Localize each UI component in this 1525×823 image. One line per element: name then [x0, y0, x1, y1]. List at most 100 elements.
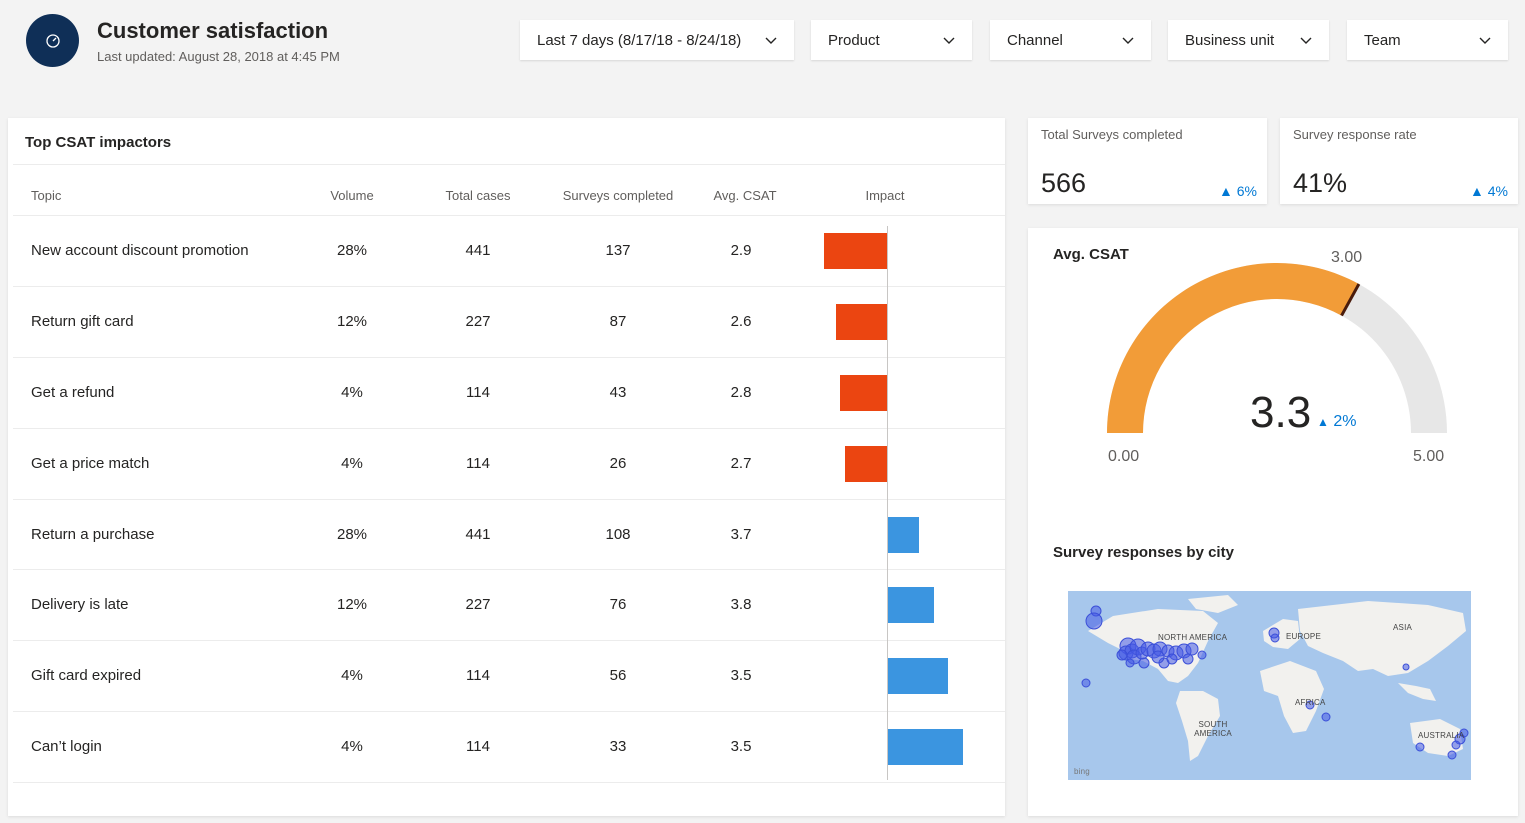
avg-csat-cell: 2.8	[730, 384, 752, 401]
col-header-topic[interactable]: Topic	[31, 188, 61, 203]
city-marker[interactable]	[1270, 633, 1280, 643]
table-row[interactable]: Return gift card 12% 227 87 2.6	[13, 287, 1005, 358]
city-marker[interactable]	[1166, 653, 1178, 665]
city-marker[interactable]	[1081, 678, 1091, 688]
city-marker[interactable]	[1151, 650, 1165, 664]
channel-filter[interactable]: Channel	[990, 20, 1151, 60]
city-marker[interactable]	[1125, 658, 1135, 668]
map-title: Survey responses by city	[1053, 544, 1234, 561]
surveys-cell: 33	[609, 738, 627, 755]
impact-bar[interactable]	[888, 517, 919, 553]
city-marker[interactable]	[1185, 642, 1199, 656]
survey-map[interactable]: NORTH AMERICA EUROPE ASIA AFRICA SOUTH A…	[1068, 591, 1471, 780]
table-row[interactable]: Get a price match 4% 114 26 2.7	[13, 429, 1005, 500]
chevron-down-icon	[765, 37, 777, 44]
impact-bar[interactable]	[824, 233, 887, 269]
impact-bar[interactable]	[888, 587, 934, 623]
impact-axis	[887, 226, 888, 780]
up-arrow-icon: ▲	[1470, 183, 1484, 199]
city-marker[interactable]	[1116, 649, 1128, 661]
col-header-volume[interactable]: Volume	[330, 188, 373, 203]
surveys-cell: 56	[609, 667, 627, 684]
city-marker[interactable]	[1085, 612, 1103, 630]
total-cases-cell: 227	[465, 596, 491, 613]
channel-label: Channel	[1007, 31, 1063, 49]
product-filter[interactable]: Product	[811, 20, 972, 60]
avg-csat-cell: 2.7	[730, 455, 752, 472]
kpi-value: 41%	[1293, 168, 1348, 198]
kpi-total-surveys: Total Surveys completed 566 ▲ 6%	[1028, 118, 1267, 204]
topic-cell: Return a purchase	[31, 526, 155, 543]
city-marker[interactable]	[1138, 657, 1150, 669]
surveys-cell: 108	[605, 526, 631, 543]
topic-cell: Get a refund	[31, 384, 115, 401]
up-arrow-icon: ▲	[1317, 415, 1329, 429]
table-row[interactable]: Get a refund 4% 114 43 2.8	[13, 358, 1005, 429]
product-label: Product	[828, 31, 880, 49]
impact-bar[interactable]	[844, 446, 887, 482]
total-cases-cell: 227	[465, 313, 491, 330]
impact-bar[interactable]	[888, 658, 948, 694]
city-marker[interactable]	[1182, 653, 1194, 665]
gauge-value: 3.3	[1250, 388, 1312, 437]
map-label: AUSTRALIA	[1418, 731, 1465, 740]
map-label: EUROPE	[1286, 632, 1321, 641]
gauge-fill	[1107, 263, 1359, 433]
volume-cell: 12%	[336, 313, 368, 330]
bing-logo: bing	[1074, 767, 1090, 776]
city-marker[interactable]	[1402, 663, 1410, 671]
map-label: AFRICA	[1295, 698, 1326, 707]
table-row[interactable]: New account discount promotion 28% 441 137 2…	[13, 216, 1005, 287]
gauge-max-label: 5.00	[1413, 448, 1445, 465]
csat-impactors-card: Top CSAT impactors Topic Volume Total ca…	[8, 118, 1005, 816]
dashboard-logo	[26, 14, 79, 67]
topic-cell: New account discount promotion	[31, 242, 249, 259]
table-row[interactable]: Gift card expired 4% 114 56 3.5	[13, 641, 1005, 712]
topic-cell: Gift card expired	[31, 667, 142, 684]
avg-csat-cell: 3.7	[730, 526, 752, 543]
table-row[interactable]: Can’t login 4% 114 33 3.5	[13, 712, 1005, 783]
impact-bar[interactable]	[835, 304, 887, 340]
map-label: NORTH AMERICA	[1158, 633, 1228, 642]
business-unit-filter[interactable]: Business unit	[1168, 20, 1329, 60]
map-label: SOUTH AMERICA	[1194, 720, 1232, 738]
table-row[interactable]: Delivery is late 12% 227 76 3.8	[13, 570, 1005, 641]
chevron-down-icon	[1122, 37, 1134, 44]
city-marker[interactable]	[1321, 712, 1331, 722]
avg-csat-cell: 3.5	[730, 667, 752, 684]
chevron-down-icon	[1479, 37, 1491, 44]
col-header-total-cases[interactable]: Total cases	[445, 188, 510, 203]
map-label: ASIA	[1393, 623, 1413, 632]
gauge-target-label: 3.00	[1331, 249, 1363, 266]
city-marker[interactable]	[1451, 740, 1461, 750]
col-header-avg-csat[interactable]: Avg. CSAT	[713, 188, 776, 203]
total-cases-cell: 114	[466, 384, 490, 401]
last-updated: Last updated: August 28, 2018 at 4:45 PM	[97, 49, 340, 64]
volume-cell: 28%	[336, 526, 368, 543]
page-title: Customer satisfaction	[97, 18, 329, 43]
divider	[13, 164, 1005, 165]
team-label: Team	[1364, 31, 1401, 49]
total-cases-cell: 441	[465, 526, 491, 543]
topic-cell: Get a price match	[31, 455, 150, 472]
city-marker[interactable]	[1197, 650, 1207, 660]
col-header-surveys[interactable]: Surveys completed	[563, 188, 674, 203]
avg-csat-cell: 3.5	[730, 738, 752, 755]
city-marker[interactable]	[1447, 750, 1457, 760]
col-header-impact[interactable]: Impact	[865, 188, 904, 203]
volume-cell: 4%	[341, 667, 363, 684]
topic-cell: Return gift card	[31, 313, 134, 330]
table-row[interactable]: Return a purchase 28% 441 108 3.7	[13, 500, 1005, 570]
kpi-label: Survey response rate	[1293, 127, 1417, 142]
impact-bar[interactable]	[888, 729, 963, 765]
date-range-label: Last 7 days (8/17/18 - 8/24/18)	[537, 31, 742, 49]
impact-bar[interactable]	[840, 375, 887, 411]
surveys-cell: 137	[605, 242, 631, 259]
team-filter[interactable]: Team	[1347, 20, 1508, 60]
volume-cell: 4%	[341, 738, 363, 755]
surveys-cell: 76	[609, 596, 627, 613]
surveys-cell: 87	[609, 313, 627, 330]
date-range-filter[interactable]: Last 7 days (8/17/18 - 8/24/18)	[520, 20, 794, 60]
chevron-down-icon	[943, 37, 955, 44]
city-marker[interactable]	[1415, 742, 1425, 752]
